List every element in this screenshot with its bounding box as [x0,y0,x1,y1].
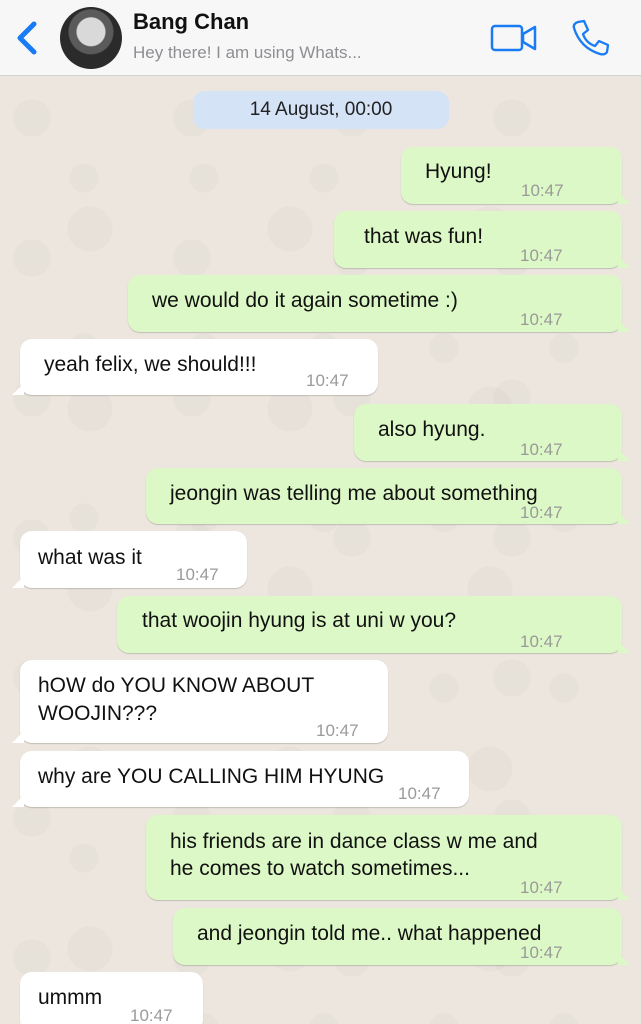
message-time: 10:47 [520,503,563,522]
contact-status: Hey there! I am using Whats... [133,43,362,62]
message-text: and jeongin told me.. what happened [197,922,542,945]
message-bubble-outgoing[interactable]: that woojin hyung is at uni w you? 10:47 [117,596,630,653]
message-text: we would do it again sometime :) [152,289,458,312]
message-text: jeongin was telling me about something [170,482,538,505]
message-bubble-outgoing[interactable]: also hyung. 10:47 [354,404,630,461]
message-bubble-outgoing[interactable]: we would do it again sometime :) 10:47 [128,275,630,332]
message-time: 10:47 [520,440,563,459]
message-bubble-outgoing[interactable]: his friends are in dance class w me and … [146,815,630,900]
message-text: his friends are in dance class w me and [170,830,538,853]
message-time: 10:47 [398,784,441,803]
message-text: WOOJIN??? [38,702,158,725]
voice-call-button[interactable] [568,17,612,59]
message-text: ummm [38,986,103,1009]
contact-name[interactable]: Bang Chan [133,9,249,35]
message-time: 10:47 [520,878,563,897]
message-time: 10:47 [520,632,563,651]
message-text: that woojin hyung is at uni w you? [142,609,457,632]
message-time: 10:47 [176,565,219,584]
message-bubble-outgoing[interactable]: that was fun! 10:47 [334,211,630,268]
message-bubble-incoming[interactable]: hOW do YOU KNOW ABOUT WOOJIN??? 10:47 [12,660,388,743]
phone-icon [572,19,610,56]
date-divider: 14 August, 00:00 [193,91,449,129]
message-text: he comes to watch sometimes... [170,857,470,880]
chevron-left-icon [17,21,37,55]
video-camera-icon [490,24,537,52]
message-bubble-incoming[interactable]: why are YOU CALLING HIM HYUNG 10:47 [12,751,469,807]
message-time: 10:47 [520,310,563,329]
message-text: Hyung! [425,160,492,183]
back-button[interactable] [10,18,46,58]
avatar[interactable] [60,7,122,69]
message-bubble-outgoing[interactable]: and jeongin told me.. what happened 10:4… [173,908,630,965]
message-bubble-incoming[interactable]: ummm 10:47 [12,972,203,1024]
message-time: 10:47 [316,721,359,740]
message-text: that was fun! [364,225,484,248]
message-text: also hyung. [378,418,486,441]
message-bubble-outgoing[interactable]: Hyung! 10:47 [401,147,630,204]
message-text: why are YOU CALLING HIM HYUNG [38,765,385,788]
message-time: 10:47 [306,371,349,390]
message-bubble-outgoing[interactable]: jeongin was telling me about something 1… [146,468,630,524]
message-text: hOW do YOU KNOW ABOUT [38,674,315,697]
message-text: what was it [38,546,142,569]
video-call-button[interactable] [489,20,539,56]
message-time: 10:47 [130,1006,173,1024]
message-bubble-incoming[interactable]: yeah felix, we should!!! 10:47 [12,339,378,395]
message-bubble-incoming[interactable]: what was it 10:47 [12,531,247,588]
chat-header: Bang Chan Hey there! I am using Whats... [0,0,641,76]
message-text: yeah felix, we should!!! [44,353,257,376]
message-time: 10:47 [521,181,564,200]
message-time: 10:47 [520,246,563,265]
message-time: 10:47 [520,943,563,962]
